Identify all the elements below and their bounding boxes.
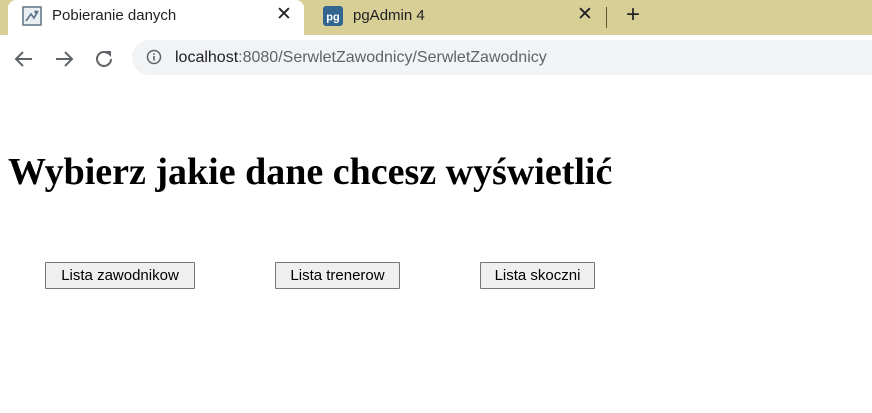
reload-icon[interactable] <box>92 47 116 71</box>
svg-text:pg: pg <box>326 12 339 24</box>
tab-strip: Pobieranie danych ✕ pg pgAdmin 4 ✕ + <box>0 0 872 35</box>
tab-pobieranie-danych[interactable]: Pobieranie danych ✕ <box>8 0 304 35</box>
url-host: localhost <box>175 49 239 66</box>
tab-separator <box>606 7 607 28</box>
info-icon[interactable] <box>146 49 162 65</box>
page-favicon-icon <box>22 6 42 26</box>
url-text[interactable]: localhost:8080/SerwletZawodnicy/SerwletZ… <box>175 49 547 67</box>
lista-trenerow-button[interactable]: Lista trenerow <box>275 262 400 289</box>
page-title: Wybierz jakie dane chcesz wyświetlić <box>8 151 613 193</box>
tab-title: Pobieranie danych <box>52 7 177 24</box>
browser-toolbar: localhost:8080/SerwletZawodnicy/SerwletZ… <box>0 35 872 83</box>
close-icon[interactable]: ✕ <box>575 5 595 25</box>
lista-zawodnikow-button[interactable]: Lista zawodnikow <box>45 262 195 289</box>
lista-skoczni-button[interactable]: Lista skoczni <box>480 262 595 289</box>
forward-arrow-icon[interactable] <box>52 47 76 71</box>
plus-icon[interactable]: + <box>622 3 644 27</box>
close-icon[interactable]: ✕ <box>274 5 294 25</box>
pgadmin-icon: pg <box>323 6 343 26</box>
tab-pgadmin[interactable]: pg pgAdmin 4 ✕ <box>309 0 605 35</box>
tab-title: pgAdmin 4 <box>353 7 425 24</box>
address-bar[interactable]: localhost:8080/SerwletZawodnicy/SerwletZ… <box>132 40 872 75</box>
url-path: :8080/SerwletZawodnicy/SerwletZawodnicy <box>238 49 547 66</box>
back-arrow-icon[interactable] <box>12 47 36 71</box>
